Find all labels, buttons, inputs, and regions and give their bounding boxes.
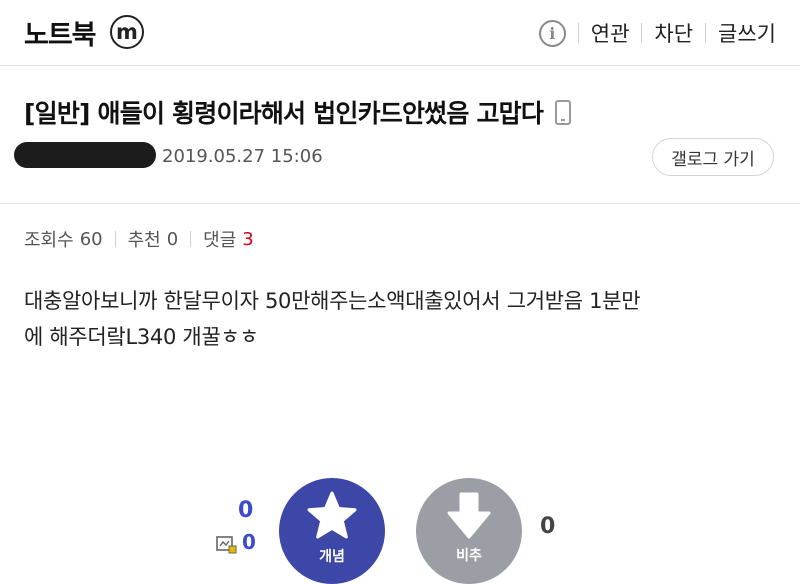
views-count: 60	[79, 228, 103, 250]
author-redaction	[14, 142, 156, 168]
fixed-user-icon	[216, 536, 237, 554]
recommend-label: 추천	[127, 230, 161, 251]
write-button[interactable]: 글쓰기	[718, 18, 776, 48]
comments-count[interactable]: 3	[242, 229, 253, 250]
related-button[interactable]: 연관	[591, 18, 630, 48]
fixed-up-vote-count: 0	[242, 530, 256, 554]
views-label: 조회수	[24, 230, 74, 251]
upvote-button[interactable]: 개념	[279, 478, 385, 584]
post-title-text: [일반] 애들이 횡령이라해서 법인카드안썼음 고맙다	[24, 99, 544, 128]
post-header: [일반] 애들이 횡령이라해서 법인카드안썼음 고맙다 2019.05.27 1…	[0, 66, 800, 204]
star-icon	[307, 491, 357, 539]
divider	[577, 23, 579, 43]
divider	[114, 231, 116, 247]
post-body: 대충알아보니까 한달무이자 50만해주는소액대출있어서 그거받음 1분만 에 해…	[24, 283, 784, 355]
mobile-icon	[555, 99, 572, 125]
downvote-label: 비추	[456, 548, 482, 564]
post-stats: 조회수 60 추천 0 댓글 3	[24, 226, 254, 252]
gallery-name[interactable]: 노트북	[24, 13, 97, 52]
gallog-button[interactable]: 갤로그 가기	[652, 138, 774, 176]
downvote-button[interactable]: 비추	[416, 478, 522, 584]
down-arrow-icon	[447, 492, 491, 539]
upvote-label: 개념	[319, 549, 345, 565]
post-title: [일반] 애들이 횡령이라해서 법인카드안썼음 고맙다	[24, 94, 572, 130]
down-vote-count: 0	[540, 514, 556, 539]
info-icon[interactable]: i	[538, 19, 566, 47]
post-body-line: 에 해주더랔L340 개꿀ㅎㅎ	[24, 325, 259, 349]
post-date: 2019.05.27 15:06	[162, 146, 323, 167]
up-vote-count: 0	[238, 498, 254, 523]
recommend-count: 0	[166, 228, 179, 250]
top-actions: i 연관 차단 글쓰기	[538, 18, 776, 48]
block-button[interactable]: 차단	[654, 18, 693, 48]
top-bar: 노트북 m i 연관 차단 글쓰기	[0, 0, 800, 66]
comments-label[interactable]: 댓글	[203, 226, 236, 252]
post-body-line: 대충알아보니까 한달무이자 50만해주는소액대출있어서 그거받음 1분만	[24, 289, 641, 313]
divider	[190, 231, 192, 247]
minor-gallery-badge: m	[110, 15, 144, 49]
divider	[705, 23, 707, 43]
divider	[641, 23, 643, 43]
